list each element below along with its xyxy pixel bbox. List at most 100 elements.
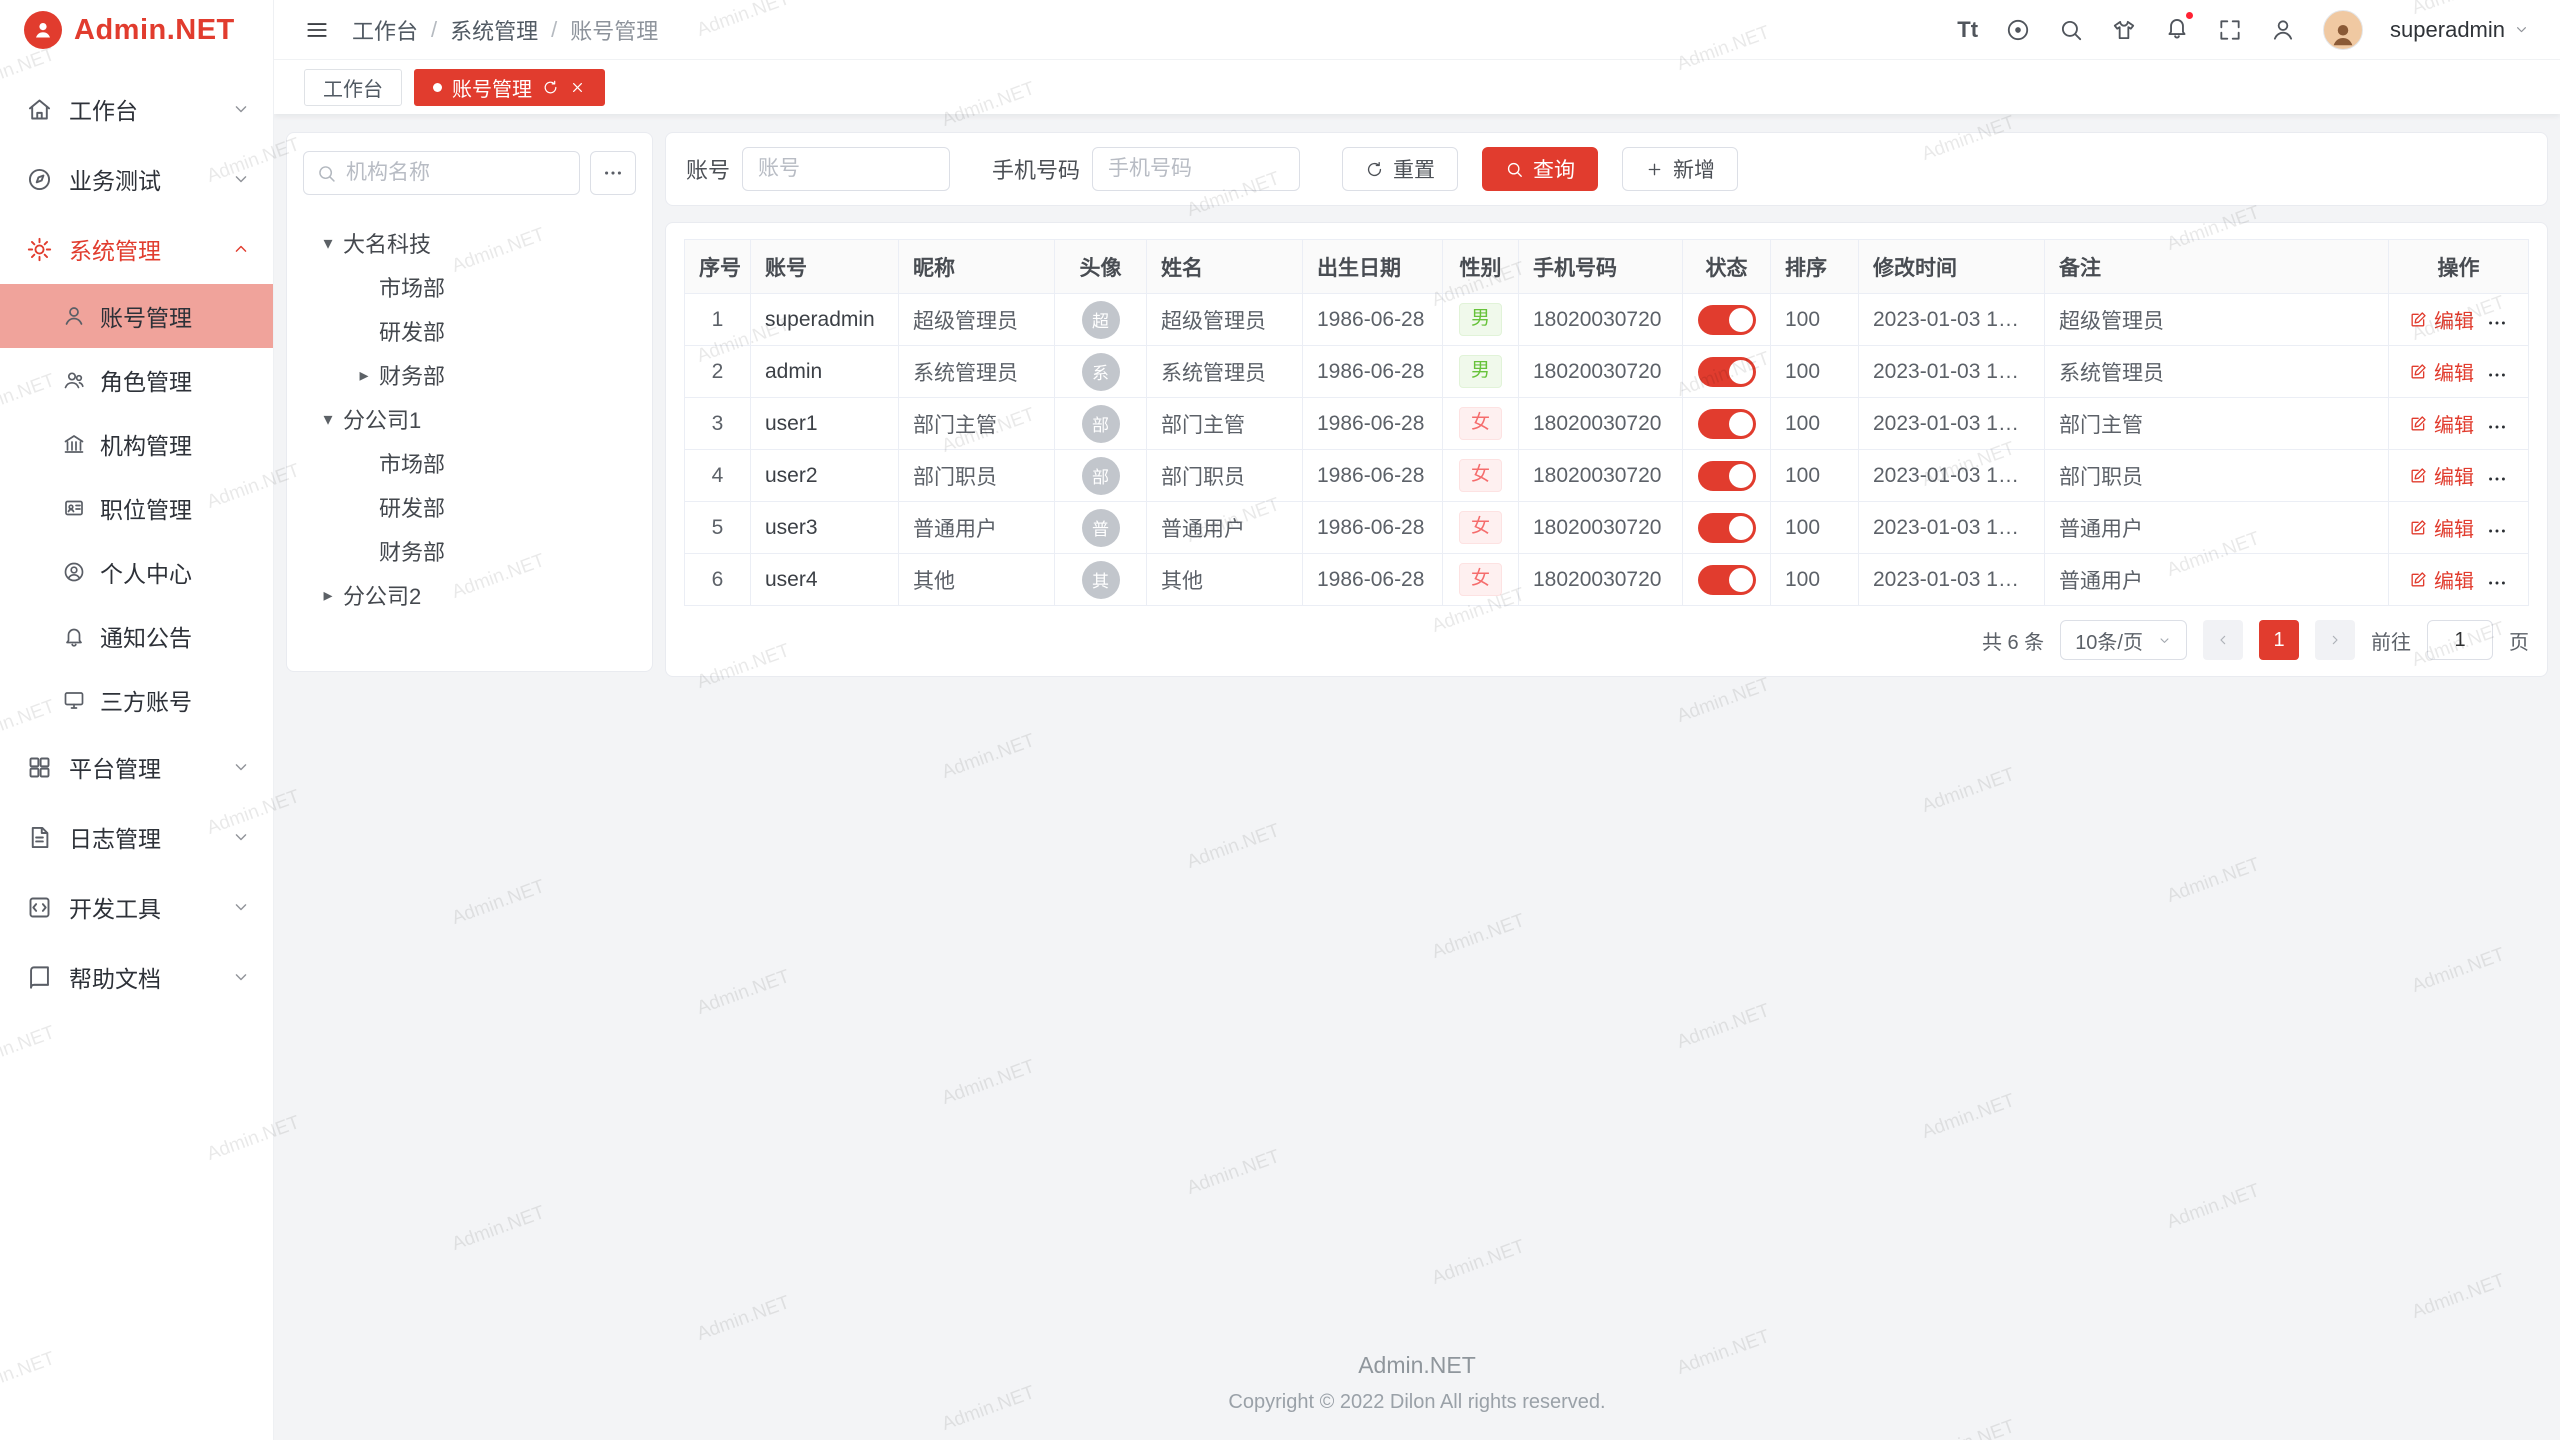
cell-account: superadmin [751, 294, 899, 346]
sidebar-item-workbench[interactable]: 工作台 [0, 74, 273, 144]
more-dots-icon [2486, 520, 2508, 542]
table-row[interactable]: 4 user2 部门职员 部 部门职员 1986-06-28 女 1802003… [685, 450, 2529, 502]
cell-birthdate: 1986-06-28 [1303, 294, 1443, 346]
cell-no: 6 [685, 554, 751, 606]
prev-page-button[interactable] [2203, 620, 2243, 660]
search-icon[interactable] [2058, 17, 2084, 43]
tree-node[interactable]: 研发部 [303, 309, 636, 353]
table-row[interactable]: 5 user3 普通用户 普 普通用户 1986-06-28 女 1802003… [685, 502, 2529, 554]
tree-node[interactable]: 市场部 [303, 265, 636, 309]
sidebar-item-position-mgmt[interactable]: 职位管理 [0, 476, 273, 540]
hamburger-menu-icon[interactable] [304, 17, 330, 43]
refresh-icon [1365, 160, 1384, 179]
sidebar-item-platform-mgmt[interactable]: 平台管理 [0, 732, 273, 802]
cell-phone: 18020030720 [1519, 398, 1683, 450]
caret-expanded-icon[interactable]: ▾ [313, 409, 343, 430]
sidebar-item-third-party-account[interactable]: 三方账号 [0, 668, 273, 732]
edit-button[interactable]: 编辑 [2409, 357, 2474, 386]
tree-options-button[interactable] [590, 151, 636, 195]
more-actions-button[interactable] [2486, 572, 2508, 594]
topbar: 工作台 / 系统管理 / 账号管理 Tt superadmin [274, 0, 2560, 60]
account-input[interactable] [742, 147, 950, 191]
status-toggle[interactable] [1698, 461, 1756, 491]
caret-collapsed-icon[interactable]: ▸ [349, 365, 379, 386]
sidebar-item-log-mgmt[interactable]: 日志管理 [0, 802, 273, 872]
more-actions-button[interactable] [2486, 312, 2508, 334]
cell-name: 系统管理员 [1147, 346, 1303, 398]
caret-expanded-icon[interactable]: ▾ [313, 233, 343, 254]
search-button[interactable]: 查询 [1482, 147, 1598, 191]
sidebar-item-label: 业务测试 [69, 162, 215, 196]
phone-input[interactable] [1092, 147, 1300, 191]
caret-collapsed-icon[interactable]: ▸ [313, 585, 343, 606]
notification-bell[interactable] [2164, 14, 2190, 46]
more-actions-button[interactable] [2486, 416, 2508, 438]
more-actions-button[interactable] [2486, 364, 2508, 386]
table-row[interactable]: 6 user4 其他 其 其他 1986-06-28 女 18020030720… [685, 554, 2529, 606]
goto-page-input[interactable] [2427, 620, 2493, 660]
sidebar-item-notice[interactable]: 通知公告 [0, 604, 273, 668]
tree-node[interactable]: ▸分公司2 [303, 573, 636, 617]
sidebar-item-dev-tools[interactable]: 开发工具 [0, 872, 273, 942]
table-row[interactable]: 3 user1 部门主管 部 部门主管 1986-06-28 女 1802003… [685, 398, 2529, 450]
edit-button[interactable]: 编辑 [2409, 409, 2474, 438]
reset-button[interactable]: 重置 [1342, 147, 1458, 191]
theme-icon[interactable] [2111, 17, 2137, 43]
sidebar-item-business-test[interactable]: 业务测试 [0, 144, 273, 214]
add-button[interactable]: 新增 [1622, 147, 1738, 191]
tree-node[interactable]: 研发部 [303, 485, 636, 529]
sidebar-item-personal-center[interactable]: 个人中心 [0, 540, 273, 604]
status-toggle[interactable] [1698, 409, 1756, 439]
tree-node[interactable]: 市场部 [303, 441, 636, 485]
table-row[interactable]: 1 superadmin 超级管理员 超 超级管理员 1986-06-28 男 … [685, 294, 2529, 346]
edit-button[interactable]: 编辑 [2409, 461, 2474, 490]
sidebar-item-org-mgmt[interactable]: 机构管理 [0, 412, 273, 476]
fullscreen-icon[interactable] [2217, 17, 2243, 43]
logo-text: Admin.NET [74, 14, 235, 47]
user-menu[interactable]: superadmin [2390, 17, 2530, 43]
status-toggle[interactable] [1698, 305, 1756, 335]
table-row[interactable]: 2 admin 系统管理员 系 系统管理员 1986-06-28 男 18020… [685, 346, 2529, 398]
col-remark: 备注 [2045, 240, 2389, 294]
breadcrumb-item[interactable]: 系统管理 [450, 14, 538, 46]
edit-button[interactable]: 编辑 [2409, 305, 2474, 334]
sidebar-item-role-mgmt[interactable]: 角色管理 [0, 348, 273, 412]
next-page-button[interactable] [2315, 620, 2355, 660]
tab-account-mgmt[interactable]: 账号管理 [414, 69, 605, 106]
refresh-icon[interactable] [542, 79, 559, 96]
sidebar-item-help-docs[interactable]: 帮助文档 [0, 942, 273, 1012]
org-search-input[interactable] [346, 161, 567, 185]
breadcrumb-item[interactable]: 工作台 [352, 14, 418, 46]
cell-name: 其他 [1147, 554, 1303, 606]
tab-workbench[interactable]: 工作台 [304, 69, 402, 106]
cell-modified-time: 2023-01-03 10:59:44 [1859, 398, 2045, 450]
status-toggle[interactable] [1698, 565, 1756, 595]
close-icon[interactable] [569, 79, 586, 96]
current-page-button[interactable]: 1 [2259, 620, 2299, 660]
page-size-select[interactable]: 10条/页 [2060, 620, 2187, 660]
status-toggle[interactable] [1698, 513, 1756, 543]
avatar[interactable] [2323, 10, 2363, 50]
tree-node[interactable]: ▾分公司1 [303, 397, 636, 441]
tree-node-label: 研发部 [379, 491, 445, 523]
tree-node[interactable]: ▾大名科技 [303, 221, 636, 265]
font-size-icon[interactable]: Tt [1957, 17, 1978, 43]
user-icon[interactable] [2270, 17, 2296, 43]
breadcrumb-separator: / [431, 17, 437, 43]
status-toggle[interactable] [1698, 357, 1756, 387]
cell-modified-time: 2023-01-03 10:59:44 [1859, 346, 2045, 398]
tree-node-label: 分公司1 [343, 403, 421, 435]
search-icon [316, 163, 337, 184]
record-dot-icon[interactable] [2005, 17, 2031, 43]
edit-button[interactable]: 编辑 [2409, 565, 2474, 594]
username-label: superadmin [2390, 17, 2505, 43]
sidebar-item-system-mgmt[interactable]: 系统管理 [0, 214, 273, 284]
more-actions-button[interactable] [2486, 520, 2508, 542]
cell-phone: 18020030720 [1519, 294, 1683, 346]
sidebar-item-label: 日志管理 [69, 820, 215, 854]
sidebar-item-account-mgmt[interactable]: 账号管理 [0, 284, 273, 348]
edit-button[interactable]: 编辑 [2409, 513, 2474, 542]
tree-node[interactable]: 财务部 [303, 529, 636, 573]
tree-node[interactable]: ▸财务部 [303, 353, 636, 397]
more-actions-button[interactable] [2486, 468, 2508, 490]
